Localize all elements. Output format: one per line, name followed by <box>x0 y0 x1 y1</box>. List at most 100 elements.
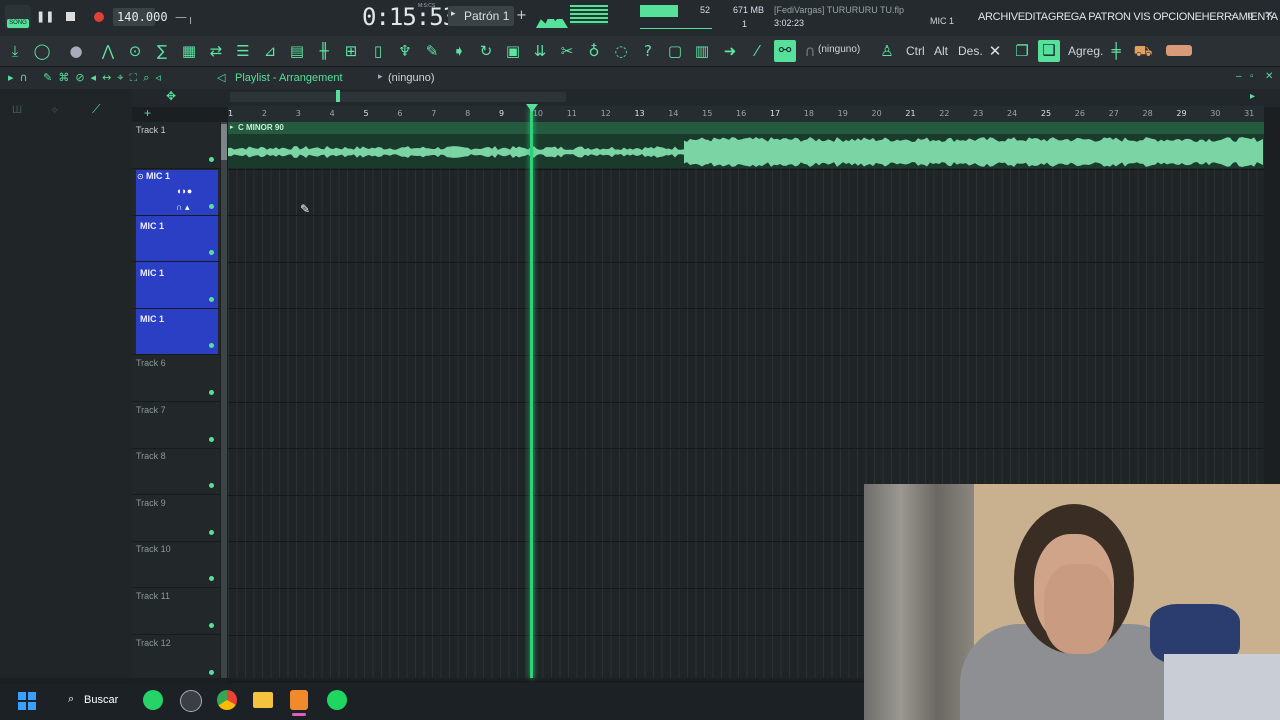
track-status-dot[interactable] <box>209 343 214 349</box>
taskbar-search[interactable]: ⌕ Buscar <box>60 690 122 712</box>
midi-keyboard-icon[interactable]: ▥ <box>692 41 712 61</box>
audio-clip-header[interactable] <box>228 122 1264 134</box>
track-status-dot[interactable] <box>209 576 214 582</box>
track-header[interactable]: Track 10 <box>132 541 220 589</box>
track-header[interactable]: Track 12 <box>132 635 220 682</box>
track-mute-icon[interactable]: ◖◗● <box>176 186 192 196</box>
file-explorer-icon[interactable] <box>253 692 273 708</box>
chat-icon[interactable]: ◌ <box>611 41 631 61</box>
arrow-right-icon[interactable]: ➜ <box>720 41 740 61</box>
menu-edit[interactable]: EDITA <box>1018 11 1048 23</box>
master-volume-icon[interactable]: —╷ <box>175 10 197 24</box>
brush-icon[interactable]: ⁄ <box>747 41 767 61</box>
browser-icon[interactable]: ✎ <box>422 41 442 61</box>
plugin-icon[interactable]: ♆ <box>395 41 415 61</box>
track-status-dot[interactable] <box>209 623 214 628</box>
step-edit-icon[interactable]: ∑ <box>152 41 172 61</box>
record-button[interactable] <box>94 12 104 22</box>
track-status-dot[interactable] <box>209 157 214 162</box>
playlist-icon[interactable]: ▤ <box>287 41 307 61</box>
mute-icon[interactable]: ◂ <box>91 71 103 84</box>
metronome-knob-icon[interactable]: ◯ <box>32 41 52 61</box>
touch-controller-icon[interactable]: ▢ <box>665 41 685 61</box>
track-header[interactable]: MIC 1 <box>132 308 220 356</box>
render-icon[interactable]: ⇊ <box>530 41 550 61</box>
fl-studio-icon[interactable] <box>290 690 308 710</box>
track-status-dot[interactable] <box>209 390 214 395</box>
song-mode-toggle[interactable]: SONG <box>5 5 31 29</box>
scroll-arrows-icon[interactable]: ✥ <box>166 89 176 103</box>
magnet-icon[interactable]: ∩ <box>800 41 820 61</box>
maximize-icon[interactable]: ▫ <box>1247 10 1254 21</box>
pattern-selector[interactable]: ▸ Patrón 1 <box>448 6 514 26</box>
scroll-right-icon[interactable]: ▸ <box>1250 91 1255 102</box>
add-button[interactable]: Agreg. <box>1068 44 1103 58</box>
cut-tool-icon[interactable]: ✕ <box>985 41 1005 61</box>
microphone-icon[interactable]: ♁ <box>584 41 604 61</box>
plugin-database-icon[interactable]: ➧ <box>449 41 469 61</box>
deselect-button[interactable]: Des. <box>958 44 983 58</box>
track-scroll-handle[interactable] <box>221 122 227 678</box>
track-status-dot[interactable] <box>209 669 214 675</box>
slice-icon[interactable]: ⌖ <box>117 71 129 84</box>
zoom-icon[interactable]: ⌕ <box>143 71 155 84</box>
pencil-icon[interactable]: ✎ <box>43 71 58 84</box>
typing-keyboard-icon[interactable]: ⋀ <box>98 41 118 61</box>
track-scroll-thumb[interactable] <box>221 124 227 160</box>
stamp-icon[interactable]: ♙ <box>877 41 897 61</box>
fader-icon[interactable]: ╪ <box>1106 41 1126 61</box>
pitch-knob-icon[interactable]: ● <box>66 41 86 61</box>
mixer-icon[interactable]: ╫ <box>314 41 334 61</box>
snap-selector[interactable]: (ninguno) <box>818 44 860 55</box>
playhead-marker-icon[interactable] <box>526 104 538 112</box>
slip-icon[interactable]: ↔ <box>102 71 117 84</box>
ctrl-button[interactable]: Ctrl <box>906 44 925 58</box>
playback-icon[interactable]: ◃ <box>155 71 167 84</box>
audio-picker-icon[interactable]: ✧ <box>50 104 59 117</box>
menu-add[interactable]: GREGA <box>1048 11 1086 23</box>
delete-icon[interactable]: ⊘ <box>75 71 90 84</box>
track-status-dot[interactable] <box>209 483 214 489</box>
countdown-icon[interactable]: ☰ <box>233 41 253 61</box>
piano-roll-icon[interactable]: ▯ <box>368 41 388 61</box>
playlist-maximize-icon[interactable]: ▫ <box>1250 71 1254 82</box>
add-pattern-icon[interactable]: + <box>516 8 527 23</box>
track-toggle-icon[interactable]: ⊙ <box>137 172 144 181</box>
paint-icon[interactable]: ⌘ <box>58 71 75 84</box>
track-status-dot[interactable] <box>209 203 214 209</box>
close-icon[interactable]: ✕ <box>1265 10 1273 21</box>
track-header[interactable]: Track 6 <box>132 355 220 402</box>
save-icon[interactable]: ▣ <box>503 41 523 61</box>
refresh-icon[interactable]: ↻ <box>476 41 496 61</box>
tape-icon[interactable]: ⊙ <box>125 41 145 61</box>
track-header[interactable]: Track 7 <box>132 402 220 449</box>
loop-record-icon[interactable]: ⇄ <box>206 41 226 61</box>
playlist-snap[interactable]: (ninguno) <box>388 72 434 84</box>
paste-icon[interactable]: ❑ <box>1038 40 1060 62</box>
menu-patterns[interactable]: PATRON <box>1088 11 1131 23</box>
channel-rack-icon[interactable]: ⊞ <box>341 41 361 61</box>
playhead[interactable] <box>530 108 533 678</box>
menu-options[interactable]: OPCIONE <box>1153 11 1202 23</box>
link-icon[interactable]: ⚯ <box>774 40 796 62</box>
menu-file[interactable]: ARCHIV <box>978 11 1018 23</box>
minimize-icon[interactable]: – <box>1230 10 1236 21</box>
select-icon[interactable]: ⛶ <box>129 71 143 84</box>
track-header[interactable]: MIC 1 <box>132 262 220 309</box>
download-icon[interactable]: ⤓ <box>5 41 25 61</box>
track-header[interactable]: Track 9 <box>132 495 220 542</box>
automation-picker-icon[interactable]: ⟋ <box>92 102 100 117</box>
pattern-picker-icon[interactable]: Ш <box>12 104 22 116</box>
menu-view[interactable]: VIS <box>1133 11 1150 23</box>
track-status-dot[interactable] <box>209 296 214 302</box>
stop-button[interactable] <box>66 12 75 21</box>
track-status-dot[interactable] <box>209 436 214 442</box>
zoom-slider[interactable] <box>230 92 566 102</box>
cart-icon[interactable]: ⛟ <box>1133 41 1153 61</box>
playlist-minimize-icon[interactable]: – <box>1236 71 1242 82</box>
windows-start-icon[interactable] <box>18 692 36 710</box>
cut-icon[interactable]: ✂ <box>557 41 577 61</box>
blend-notes-icon[interactable]: ⊿ <box>260 41 280 61</box>
help-icon[interactable]: ? <box>638 41 658 61</box>
track-header[interactable]: Track 1 <box>132 122 220 169</box>
